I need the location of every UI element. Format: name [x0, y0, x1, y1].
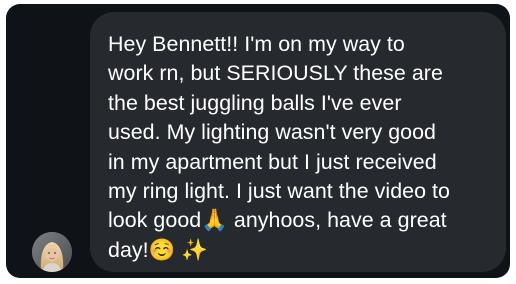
chat-screen: Hey Bennett!! I'm on my way to work rn, … [6, 4, 510, 278]
profile-photo-icon [32, 232, 72, 272]
message-row: Hey Bennett!! I'm on my way to work rn, … [6, 4, 510, 278]
sender-avatar[interactable] [32, 232, 72, 272]
message-bubble[interactable]: Hey Bennett!! I'm on my way to work rn, … [90, 12, 506, 272]
message-text: Hey Bennett!! I'm on my way to work rn, … [108, 32, 450, 262]
